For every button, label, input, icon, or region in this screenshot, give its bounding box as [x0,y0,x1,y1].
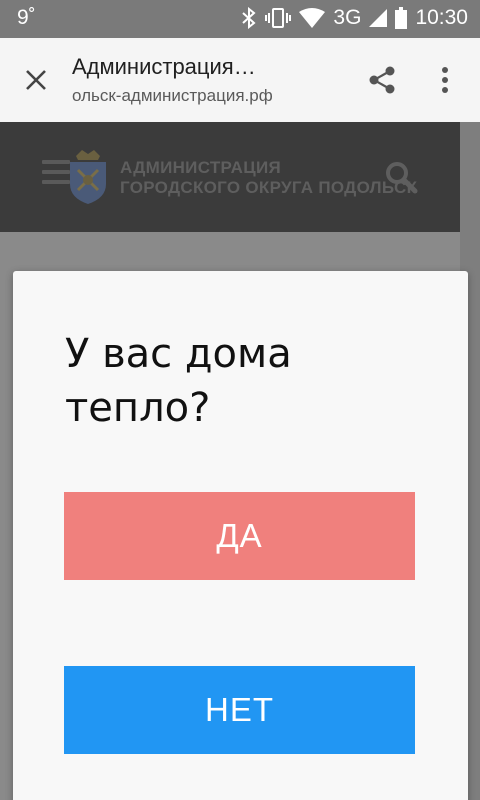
battery-icon [395,7,408,29]
status-icons: 3G 10:30 [241,6,468,30]
signal-icon [369,9,388,27]
time-text: 10:30 [415,6,468,29]
vibrate-icon [265,8,292,28]
site-name: АДМИНИСТРАЦИЯ ГОРОДСКОГО ОКРУГА ПОДОЛЬСК [120,158,417,198]
close-button[interactable] [18,62,54,98]
poll-dialog: У вас дома тепло? ДА НЕТ [13,271,468,800]
page-title: Администрация… [72,54,256,79]
yes-button[interactable]: ДА [64,492,415,580]
close-icon [26,70,46,90]
share-icon [369,66,395,94]
site-name-line1: АДМИНИСТРАЦИЯ [120,158,282,177]
site-header: АДМИНИСТРАЦИЯ ГОРОДСКОГО ОКРУГА ПОДОЛЬСК [0,122,460,232]
status-bar: 9˚ 3G 10:30 [0,0,480,38]
bluetooth-icon [242,7,256,29]
network-type-text: 3G [333,6,362,29]
more-vert-icon [442,67,448,93]
share-button[interactable] [364,62,400,98]
site-name-line2: ГОРОДСКОГО ОКРУГА ПОДОЛЬСК [120,178,418,197]
browser-toolbar: Администрация… ольск-администрация.рф [0,38,480,122]
page-url: ольск-администрация.рф [72,86,273,105]
no-button[interactable]: НЕТ [64,666,415,754]
emblem-icon [70,150,106,204]
temperature-text: 9˚ [17,6,36,29]
search-icon[interactable] [384,160,418,194]
wifi-icon [299,8,326,28]
more-options-button[interactable] [430,62,460,98]
poll-question: У вас дома тепло? [65,331,292,431]
